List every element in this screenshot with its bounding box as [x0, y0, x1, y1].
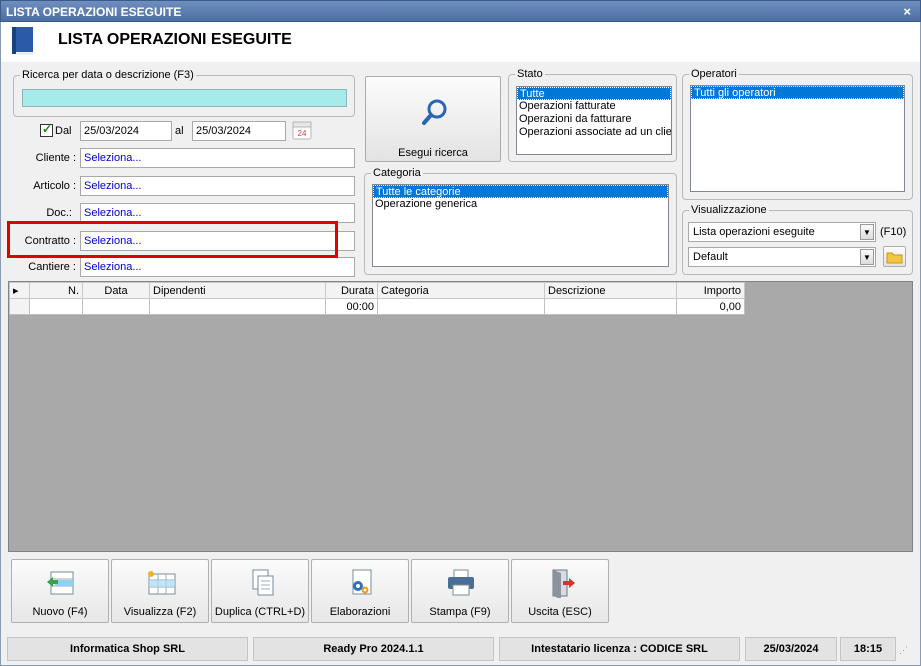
layout-select[interactable]: Default ▼	[688, 247, 876, 267]
table-cell[interactable]: 0,00	[676, 298, 745, 315]
cliente-field[interactable]: Seleziona...	[80, 148, 355, 168]
articolo-field[interactable]: Seleziona...	[80, 176, 355, 196]
window-titlebar: LISTA OPERAZIONI ESEGUITE ×	[0, 0, 921, 22]
stampa-label: Stampa (F9)	[429, 606, 491, 618]
window-title: LISTA OPERAZIONI ESEGUITE	[6, 5, 182, 19]
elaborazioni-label: Elaborazioni	[329, 606, 391, 618]
visualizza-button[interactable]: Visualizza (F2)	[111, 559, 209, 623]
cliente-label: Cliente :	[35, 152, 76, 164]
stato-item[interactable]: Tutte	[517, 87, 671, 100]
chevron-down-icon[interactable]: ▼	[860, 224, 874, 240]
copy-icon	[252, 569, 274, 596]
chevron-down-icon[interactable]: ▼	[860, 249, 874, 265]
operatori-legend: Operatori	[689, 68, 739, 80]
cantiere-field[interactable]: Seleziona...	[80, 257, 355, 277]
stato-legend: Stato	[515, 68, 545, 80]
page-header: LISTA OPERAZIONI ESEGUITE	[1, 22, 920, 62]
visualizzazione-legend: Visualizzazione	[689, 204, 769, 216]
column-header[interactable]: Descrizione	[544, 282, 677, 299]
column-header[interactable]: N.	[29, 282, 83, 299]
search-button[interactable]: Esegui ricerca	[365, 76, 501, 162]
page-title: LISTA OPERAZIONI ESEGUITE	[58, 31, 292, 48]
uscita-button[interactable]: Uscita (ESC)	[511, 559, 609, 623]
open-layout-button[interactable]	[883, 246, 906, 267]
column-header[interactable]: Data	[82, 282, 150, 299]
view-table-icon	[148, 571, 176, 595]
table-cell[interactable]	[544, 298, 677, 315]
new-record-icon	[47, 571, 74, 595]
visualizza-label: Visualizza (F2)	[123, 606, 197, 618]
search-input[interactable]	[22, 89, 347, 107]
operatori-item[interactable]: Tutti gli operatori	[691, 86, 904, 99]
view-shortcut: (F10)	[880, 226, 907, 238]
status-version: Ready Pro 2024.1.1	[253, 637, 494, 661]
resize-grip-icon[interactable]: ⋰	[899, 645, 913, 659]
status-date: 25/03/2024	[745, 637, 837, 661]
status-company: Informatica Shop SRL	[7, 637, 248, 661]
cantiere-label: Cantiere :	[28, 261, 76, 273]
stato-listbox[interactable]: Tutte Operazioni fatturate Operazioni da…	[516, 86, 672, 155]
close-icon[interactable]: ×	[903, 1, 911, 23]
date-from-field[interactable]: 25/03/2024	[80, 121, 172, 141]
categoria-item[interactable]: Operazione generica	[373, 198, 668, 211]
calendar-icon[interactable]: 24	[292, 120, 312, 140]
operations-grid[interactable]: ▸ N. Data Dipendenti Durata Categoria De…	[8, 281, 913, 552]
stampa-button[interactable]: Stampa (F9)	[411, 559, 509, 623]
table-cell[interactable]	[29, 298, 83, 315]
categoria-listbox[interactable]: Tutte le categorie Operazione generica	[372, 184, 669, 267]
table-cell[interactable]: 00:00	[325, 298, 378, 315]
column-header[interactable]: Importo	[676, 282, 745, 299]
search-button-label: Esegui ricerca	[398, 147, 468, 159]
magnifier-icon	[422, 99, 447, 125]
doc-label: Doc.:	[46, 207, 72, 219]
doc-field[interactable]: Seleziona...	[80, 203, 355, 223]
date-to-field[interactable]: 25/03/2024	[192, 121, 286, 141]
table-cell[interactable]	[377, 298, 545, 315]
table-header-row: ▸ N. Data Dipendenti Durata Categoria De…	[9, 282, 745, 299]
nuovo-button[interactable]: Nuovo (F4)	[11, 559, 109, 623]
status-time: 18:15	[840, 637, 896, 661]
table-row[interactable]: 00:00 0,00	[9, 298, 745, 315]
search-legend: Ricerca per data o descrizione (F3)	[20, 69, 196, 81]
operatori-listbox[interactable]: Tutti gli operatori	[690, 85, 905, 192]
printer-icon	[448, 569, 474, 596]
row-selector[interactable]	[9, 298, 30, 315]
stato-item[interactable]: Operazioni da fatturare	[517, 113, 671, 126]
operations-table: ▸ N. Data Dipendenti Durata Categoria De…	[9, 282, 745, 315]
uscita-label: Uscita (ESC)	[528, 606, 592, 618]
column-header[interactable]: Durata	[325, 282, 378, 299]
duplica-label: Duplica (CTRL+D)	[214, 606, 306, 618]
date-filter-checkbox[interactable]	[40, 122, 53, 137]
book-icon	[12, 27, 33, 55]
articolo-label: Articolo :	[33, 180, 76, 192]
exit-door-icon	[552, 569, 575, 598]
stato-item[interactable]: Operazioni fatturate	[517, 100, 671, 113]
calendar-day: 24	[298, 129, 307, 138]
elaborazioni-button[interactable]: Elaborazioni	[311, 559, 409, 623]
categoria-item[interactable]: Tutte le categorie	[373, 185, 668, 198]
date-to-label: al	[175, 125, 184, 137]
date-from-label: Dal	[55, 125, 72, 137]
gear-document-icon	[352, 569, 372, 595]
column-header[interactable]: Categoria	[377, 282, 545, 299]
folder-icon	[886, 252, 903, 264]
nuovo-label: Nuovo (F4)	[32, 606, 88, 618]
layout-select-value: Default	[693, 251, 728, 263]
categoria-legend: Categoria	[371, 167, 423, 179]
column-header[interactable]: Dipendenti	[149, 282, 326, 299]
status-license: Intestatario licenza : CODICE SRL	[499, 637, 740, 661]
view-select-value: Lista operazioni eseguite	[693, 226, 815, 238]
row-indicator-icon: ▸	[9, 282, 30, 299]
stato-item[interactable]: Operazioni associate ad un clier	[517, 126, 671, 139]
duplica-button[interactable]: Duplica (CTRL+D)	[211, 559, 309, 623]
table-cell[interactable]	[149, 298, 326, 315]
highlight-box	[7, 221, 338, 258]
view-select[interactable]: Lista operazioni eseguite ▼	[688, 222, 876, 242]
table-cell[interactable]	[82, 298, 150, 315]
